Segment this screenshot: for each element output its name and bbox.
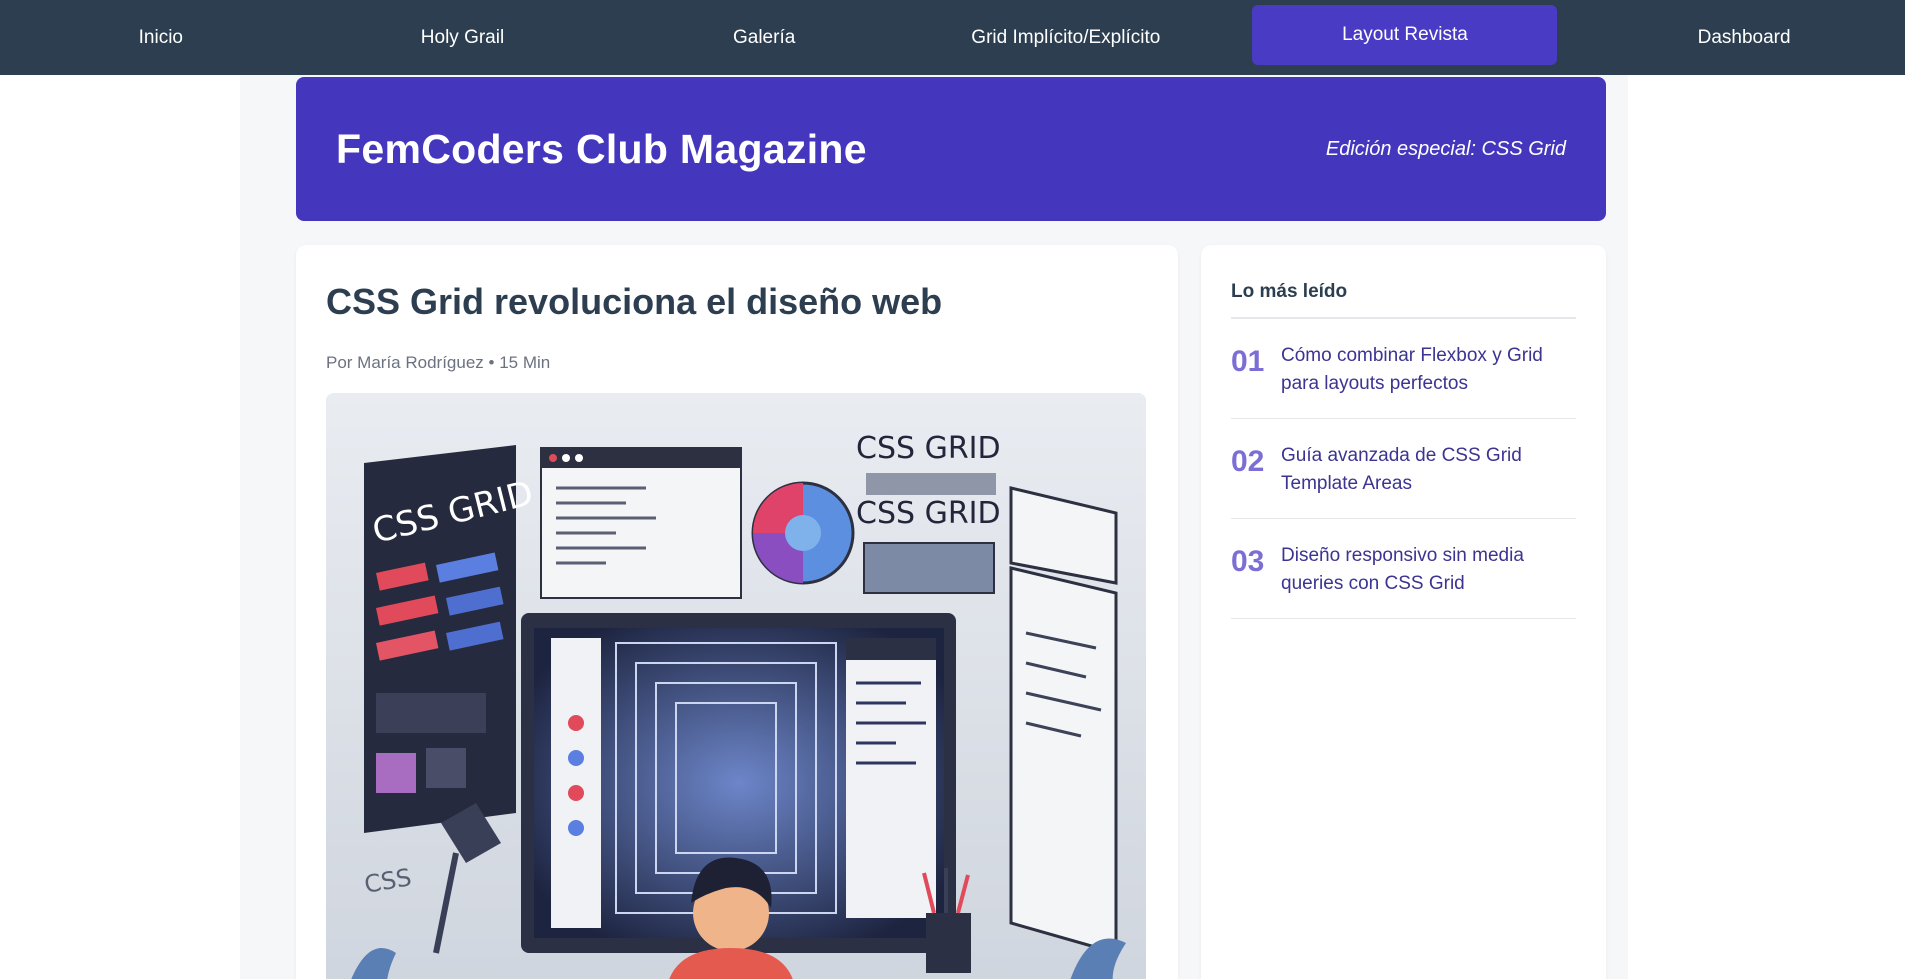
article-title: CSS Grid revoluciona el diseño web — [326, 281, 943, 322]
svg-text:CSS GRID: CSS GRID — [856, 496, 1001, 531]
nav-item-grid-implicito[interactable]: Grid Implícito/Explícito — [951, 8, 1181, 68]
nav-item-galeria[interactable]: Galería — [649, 8, 879, 68]
article-image: CSS GRID CSS GRID CSS GRID CSS — [326, 393, 1146, 979]
top-navigation: Inicio Holy Grail Galería Grid Implícito… — [0, 0, 1905, 75]
main-article: CSS Grid revoluciona el diseño web Por M… — [296, 245, 1178, 979]
popular-item-number: 01 — [1231, 345, 1265, 378]
nav-item-layout-revista[interactable]: Layout Revista — [1252, 4, 1558, 65]
magazine-masthead: FemCoders Club Magazine Edición especial… — [296, 77, 1606, 221]
most-read-sidebar: Lo más leído 01 Cómo combinar Flexbox y … — [1201, 245, 1606, 979]
popular-item-title[interactable]: Cómo combinar Flexbox y Grid para layout… — [1281, 342, 1576, 398]
popular-item[interactable]: 01 Cómo combinar Flexbox y Grid para lay… — [1231, 319, 1576, 419]
popular-item-title[interactable]: Guía avanzada de CSS Grid Template Areas — [1281, 442, 1576, 498]
popular-item[interactable]: 02 Guía avanzada de CSS Grid Template Ar… — [1231, 419, 1576, 519]
css-grid-illustration-icon: CSS GRID CSS GRID CSS GRID CSS — [326, 393, 1146, 979]
article-meta: Por María Rodríguez • 15 Min — [326, 353, 551, 372]
popular-item-title[interactable]: Diseño responsivo sin media queries con … — [1281, 542, 1576, 598]
page-container: FemCoders Club Magazine Edición especial… — [240, 75, 1628, 979]
popular-item-number: 03 — [1231, 545, 1265, 578]
magazine-title: FemCoders Club Magazine — [336, 125, 867, 172]
nav-item-dashboard[interactable]: Dashboard — [1629, 8, 1859, 68]
svg-text:CSS GRID: CSS GRID — [856, 431, 1001, 466]
edition-label: Edición especial: CSS Grid — [1325, 137, 1566, 160]
popular-item-number: 02 — [1231, 445, 1265, 478]
nav-item-holy-grail[interactable]: Holy Grail — [347, 8, 577, 68]
most-read-heading: Lo más leído — [1231, 281, 1576, 319]
popular-item[interactable]: 03 Diseño responsivo sin media queries c… — [1231, 519, 1576, 619]
nav-item-inicio[interactable]: Inicio — [46, 8, 276, 68]
